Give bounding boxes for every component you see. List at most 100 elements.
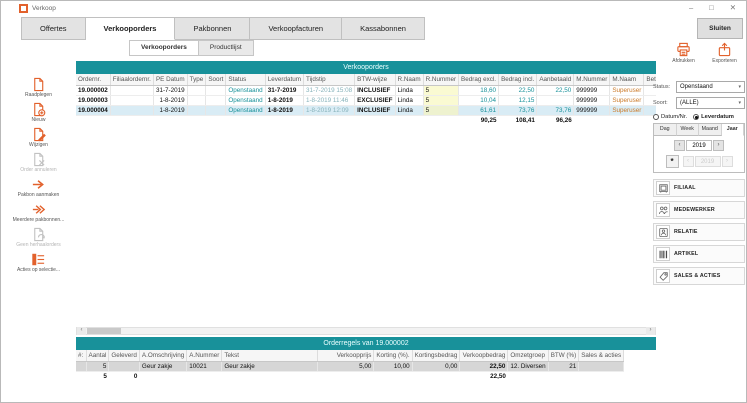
period-selector: DagWeekMaandJaar ‹ 2019 › * ‹ 2019 › (653, 123, 745, 173)
app-title: Verkoop (32, 5, 56, 12)
action-pakbon-aanmaken[interactable]: Pakbon aanmaken (3, 177, 75, 198)
column-header[interactable]: Leverdatum (265, 74, 303, 85)
column-header[interactable]: Sales & acties (579, 350, 624, 361)
table-row[interactable]: 19.0000041-8-2019Openstaand1-8-20191-8-2… (76, 105, 656, 115)
year-next-icon[interactable]: › (713, 140, 724, 151)
column-header[interactable]: BTW-wijze (355, 74, 395, 85)
column-header[interactable]: Verkoopbedrag (460, 350, 508, 361)
orders-table: Ordernr.Filiaalordernr.PE DatumTypeSoort… (76, 74, 656, 125)
period-tab-week[interactable]: Week (677, 124, 700, 136)
column-header[interactable]: Verkoopprijs (318, 350, 374, 361)
column-header[interactable]: Kortingsbedrag (412, 350, 460, 361)
column-header[interactable]: #: (76, 350, 86, 361)
totals-row: 5022,50 (76, 371, 624, 381)
barcode-icon (656, 247, 670, 261)
print-export-toolbar: Afdrukken Exporteren (667, 42, 741, 64)
column-header[interactable]: Bedrag excl. (459, 74, 499, 85)
table-row[interactable]: 5Geur zakje10021Geur zakje5,0010,000,002… (76, 361, 624, 371)
filter-button-artikel[interactable]: ARTIKEL (653, 245, 745, 263)
period-tab-bar: DagWeekMaandJaar (654, 124, 744, 136)
minimize-icon[interactable]: – (689, 3, 693, 12)
safe-icon (656, 181, 670, 195)
year-spinner: ‹ 2019 › (654, 140, 744, 151)
column-header[interactable]: Tijdstip (303, 74, 354, 85)
action-nieuw[interactable]: Nieuw (3, 102, 75, 123)
status-dropdown[interactable]: Openstaand ▾ (676, 81, 745, 93)
column-header[interactable]: Soort (206, 74, 226, 85)
tab-verkoopfacturen[interactable]: Verkoopfacturen (250, 17, 342, 40)
filter-button-medewerker[interactable]: MEDEWERKER (653, 201, 745, 219)
column-header[interactable]: A.Omschrijving (139, 350, 186, 361)
tab-pakbonnen[interactable]: Pakbonnen (175, 17, 250, 40)
column-header[interactable]: Bedrag incl. (499, 74, 537, 85)
radio-leverdatum[interactable]: Leverdatum (693, 114, 734, 120)
action-acties-op-selectie[interactable]: Acties op selectie... (3, 252, 75, 273)
period-tab-jaar[interactable]: Jaar (722, 124, 745, 136)
column-header[interactable]: Geleverd (109, 350, 140, 361)
column-header[interactable]: Status (226, 74, 265, 85)
period-tab-dag[interactable]: Dag (654, 124, 677, 136)
filter-button-filiaal[interactable]: FILIAAL (653, 179, 745, 197)
export-icon (708, 42, 741, 57)
action-raadplegen[interactable]: Raadplegen (3, 77, 75, 98)
radio-datum-nr[interactable]: Datum/Nr. (653, 114, 687, 120)
period-tab-maand[interactable]: Maand (699, 124, 722, 136)
document-new-icon (3, 102, 75, 117)
relation-card-icon (656, 225, 670, 239)
year-value-secondary: 2019 (695, 156, 721, 167)
tab-kassabonnen[interactable]: Kassabonnen (342, 17, 425, 40)
close-icon[interactable]: ✕ (730, 3, 736, 12)
year-spinner-secondary: ‹ 2019 › (683, 156, 733, 167)
chevron-down-icon: ▾ (738, 84, 741, 90)
column-header[interactable]: Aantal (86, 350, 109, 361)
column-header[interactable]: Omzetgroep (508, 350, 548, 361)
column-header[interactable]: R.Nummer (423, 74, 458, 85)
afdrukken-button[interactable]: Afdrukken (667, 42, 700, 64)
subtab-verkooporders[interactable]: Verkooporders (129, 40, 199, 56)
radio-icon (653, 114, 659, 120)
column-header[interactable]: R.Naam (395, 74, 423, 85)
column-header[interactable]: M.Naam (610, 74, 644, 85)
orders-section: Verkooporders Ordernr.Filiaalordernr.PE … (76, 61, 656, 125)
main-tab-bar: OffertesVerkoopordersPakbonnenVerkoopfac… (21, 17, 425, 40)
column-header[interactable]: Filiaalordernr. (110, 74, 153, 85)
people-icon (656, 203, 670, 217)
chevron-down-icon: ▾ (738, 100, 741, 106)
document-repeat-icon (3, 227, 75, 242)
action-meerdere-pakbonnen[interactable]: Meerdere pakbonnen... (3, 202, 75, 223)
soort-dropdown[interactable]: (ALLE) ▾ (676, 97, 745, 109)
exporteren-button[interactable]: Exporteren (708, 42, 741, 64)
column-header[interactable]: BTW (%) (548, 350, 579, 361)
table-row[interactable]: 19.0000031-8-2019Openstaand1-8-20191-8-2… (76, 95, 656, 105)
sluiten-button[interactable]: Sluiten (697, 18, 743, 39)
year-prev-icon[interactable]: ‹ (674, 140, 685, 151)
app-icon (19, 4, 28, 13)
column-header[interactable]: PE Datum (153, 74, 187, 85)
action-order-annuleren: Order annuleren (3, 152, 75, 173)
column-header[interactable]: Ordernr. (76, 74, 110, 85)
clear-year-filter-button[interactable]: * (666, 155, 679, 168)
column-header[interactable]: A.Nummer (187, 350, 222, 361)
column-header[interactable]: Aanbetaald (537, 74, 574, 85)
scroll-right-icon[interactable]: › (646, 327, 655, 335)
scroll-left-icon[interactable]: ‹ (77, 327, 86, 335)
app-window: Verkoop – □ ✕ OffertesVerkoopordersPakbo… (0, 0, 747, 403)
scrollbar-thumb[interactable] (87, 328, 121, 334)
subtab-productlijst[interactable]: Productlijst (199, 40, 254, 56)
column-header[interactable]: Korting (%). (374, 350, 412, 361)
maximize-icon[interactable]: □ (709, 3, 714, 12)
table-row[interactable]: 19.00000231-7-2019Openstaand31-7-201931-… (76, 85, 656, 95)
tab-verkooporders[interactable]: Verkooporders (86, 17, 176, 40)
totals-row: 90,25108,4196,26 (76, 115, 656, 125)
filter-button-sales-acties[interactable]: SALES & ACTIES (653, 267, 745, 285)
document-cancel-icon (3, 152, 75, 167)
column-header[interactable]: Tekst (222, 350, 318, 361)
column-header[interactable]: Type (187, 74, 206, 85)
horizontal-scrollbar[interactable]: ‹ › (76, 327, 656, 335)
column-header[interactable]: M.Nummer (574, 74, 610, 85)
orderlines-table: #:AantalGeleverdA.OmschrijvingA.NummerTe… (76, 350, 624, 381)
document-view-icon (3, 77, 75, 92)
filter-button-relatie[interactable]: RELATIE (653, 223, 745, 241)
action-wijzigen[interactable]: Wijzigen (3, 127, 75, 148)
tab-offertes[interactable]: Offertes (21, 17, 86, 40)
